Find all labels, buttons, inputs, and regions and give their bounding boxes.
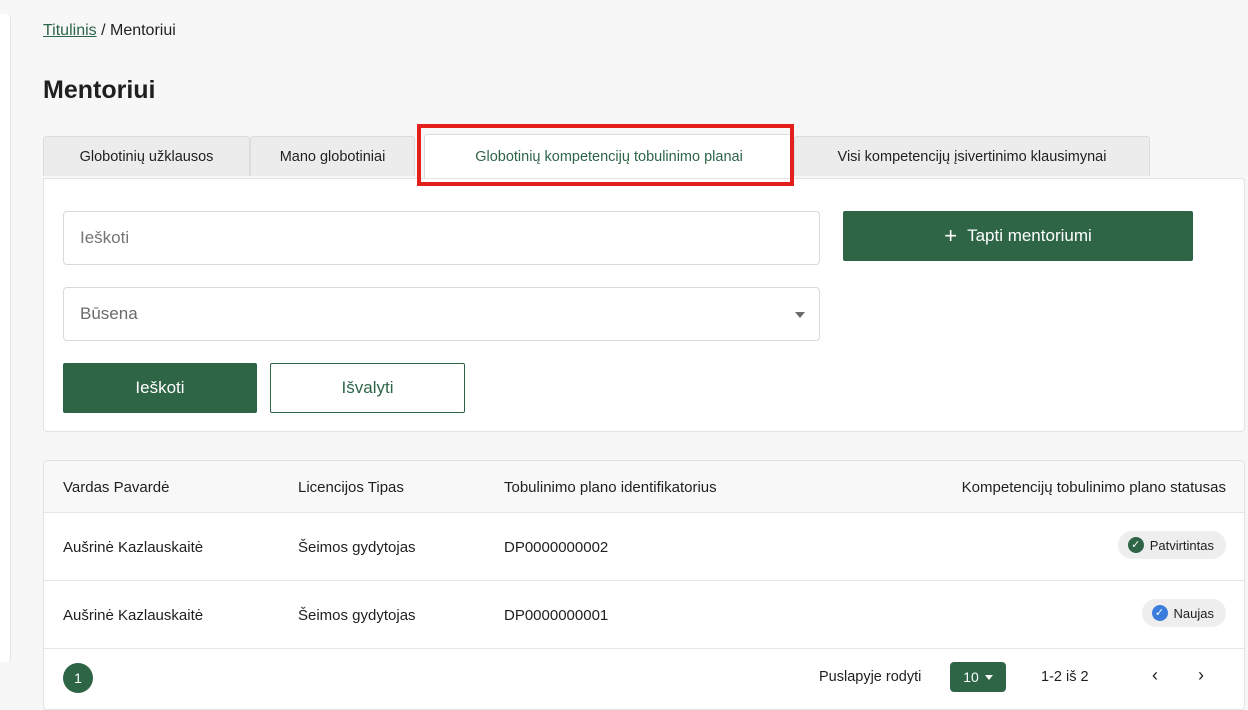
table-row[interactable]: Aušrinė Kazlauskaitė Šeimos gydytojas DP… xyxy=(44,581,1244,649)
cell-plan-id: DP0000000001 xyxy=(504,607,609,624)
plans-table: Vardas Pavardė Licencijos Tipas Tobulini… xyxy=(43,460,1245,710)
cell-plan-id: DP0000000002 xyxy=(504,539,609,556)
cell-license: Šeimos gydytojas xyxy=(298,539,416,556)
status-select[interactable]: Būsena xyxy=(63,287,820,341)
page-title: Mentoriui xyxy=(43,76,156,104)
per-page-value: 10 xyxy=(963,669,979,685)
page-button-current[interactable]: 1 xyxy=(63,663,93,693)
breadcrumb-home-link[interactable]: Titulinis xyxy=(43,22,97,39)
tab-mentee-requests[interactable]: Globotinių užklausos xyxy=(43,136,250,176)
become-mentor-button[interactable]: + Tapti mentoriumi xyxy=(843,211,1193,261)
column-header-status[interactable]: Kompetencijų tobulinimo plano statusas xyxy=(962,479,1226,496)
per-page-select[interactable]: 10 xyxy=(950,662,1006,692)
status-badge-label: Patvirtintas xyxy=(1149,537,1214,553)
status-badge: ✓ Naujas xyxy=(1141,599,1226,627)
cell-name: Aušrinė Kazlauskaitė xyxy=(63,539,204,556)
clear-button[interactable]: Išvalyti xyxy=(270,363,465,413)
chevron-down-icon xyxy=(984,674,993,680)
table-row[interactable]: Aušrinė Kazlauskaitė Šeimos gydytojas DP… xyxy=(44,513,1244,581)
table-header-row: Vardas Pavardė Licencijos Tipas Tobulini… xyxy=(44,461,1244,513)
per-page-label: Puslapyje rodyti xyxy=(819,669,922,685)
tab-my-mentees[interactable]: Mano globotiniai xyxy=(250,136,415,176)
tab-self-assessment-questionnaires[interactable]: Visi kompetencijų įsivertinimo klausimyn… xyxy=(794,136,1150,176)
search-input[interactable] xyxy=(63,211,820,265)
breadcrumb: Titulinis / Mentoriui xyxy=(43,22,176,40)
column-header-name[interactable]: Vardas Pavardė xyxy=(63,479,169,496)
chevron-right-icon[interactable]: › xyxy=(1198,665,1204,686)
pagination-bar: 1 Puslapyje rodyti 10 1-2 iš 2 ‹ › xyxy=(44,649,1244,709)
column-header-plan-id[interactable]: Tobulinimo plano identifikatorius xyxy=(504,479,717,496)
chevron-down-icon xyxy=(795,312,805,318)
cell-license: Šeimos gydytojas xyxy=(298,607,416,624)
column-header-license[interactable]: Licencijos Tipas xyxy=(298,479,404,496)
tab-competency-plans[interactable]: Globotinių kompetencijų tobulinimo plana… xyxy=(424,134,794,178)
status-badge-label: Naujas xyxy=(1173,605,1214,621)
breadcrumb-current: Mentoriui xyxy=(109,22,176,39)
check-circle-icon: ✓ xyxy=(1151,605,1168,621)
check-circle-icon: ✓ xyxy=(1127,537,1144,553)
search-button[interactable]: Ieškoti xyxy=(63,363,257,413)
become-mentor-label: Tapti mentoriumi xyxy=(967,226,1092,245)
status-badge: ✓ Patvirtintas xyxy=(1117,531,1226,559)
status-select-placeholder: Būsena xyxy=(80,304,138,323)
chevron-left-icon[interactable]: ‹ xyxy=(1152,665,1158,686)
cell-name: Aušrinė Kazlauskaitė xyxy=(63,607,204,624)
side-panel-edge xyxy=(0,14,11,662)
page-range: 1-2 iš 2 xyxy=(1041,669,1089,685)
breadcrumb-separator: / xyxy=(96,22,110,39)
plus-icon: + xyxy=(944,223,958,248)
filter-panel: Būsena + Tapti mentoriumi Ieškoti Išvaly… xyxy=(43,178,1245,432)
